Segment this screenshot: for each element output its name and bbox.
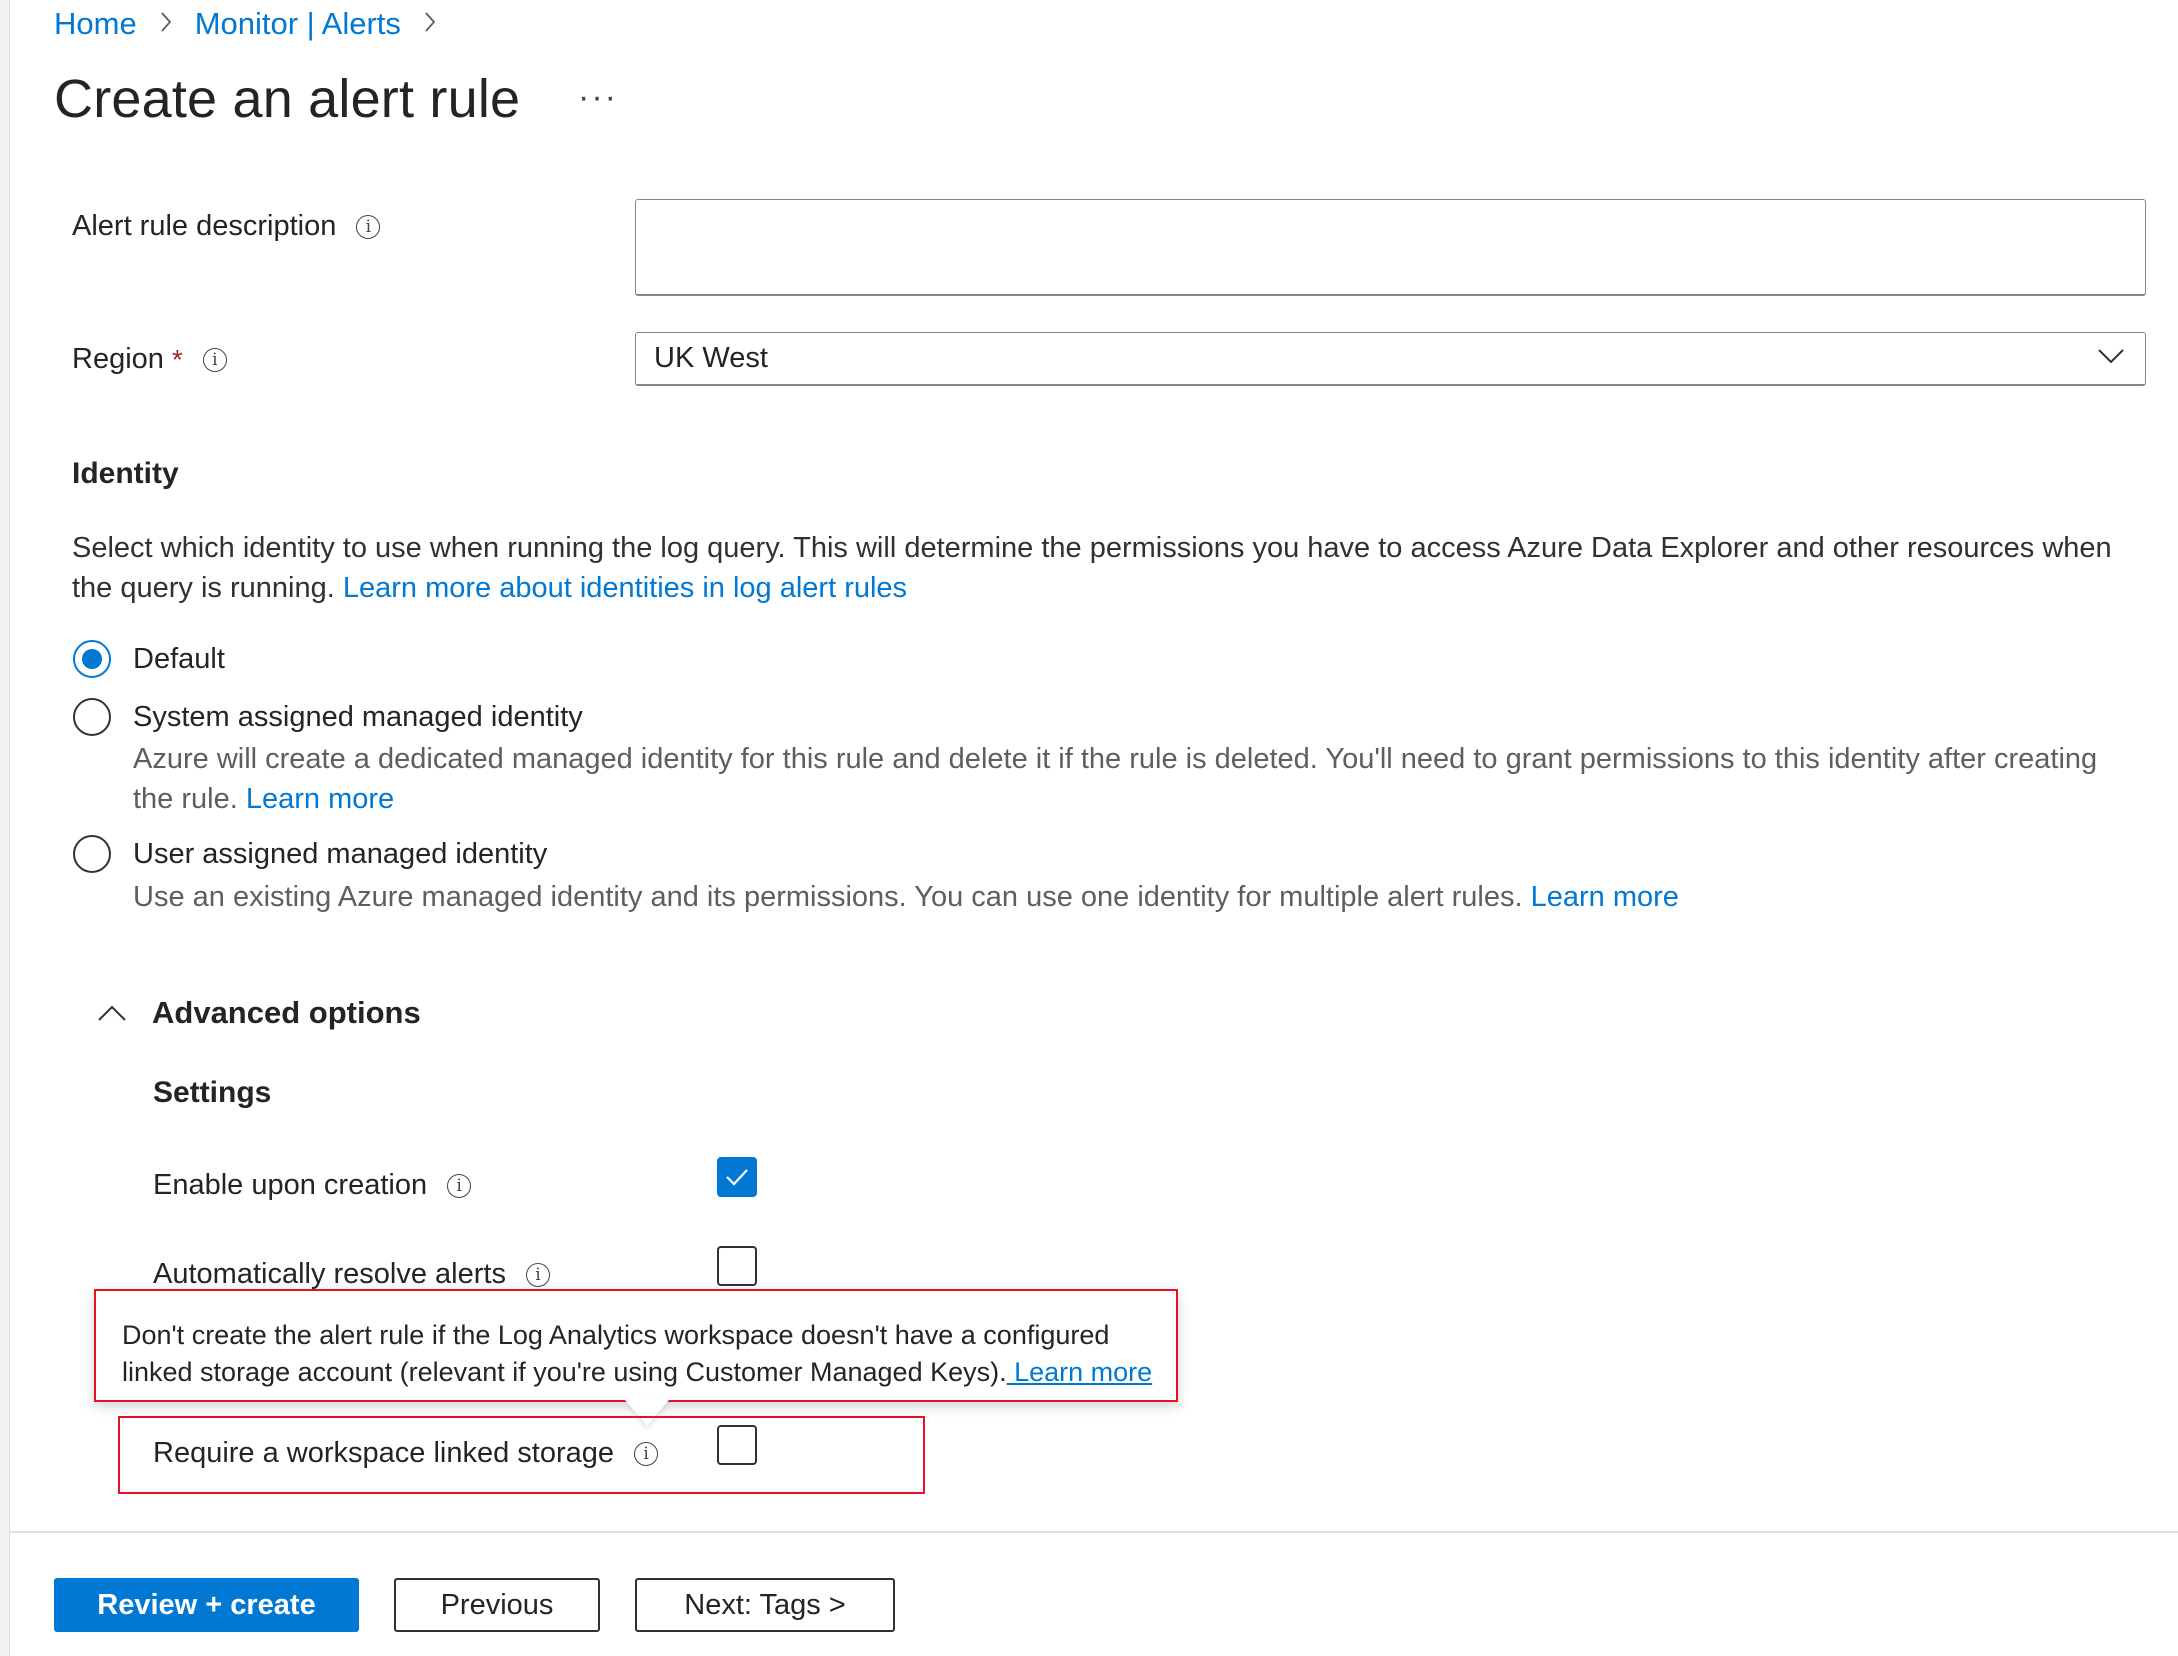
chevron-down-icon	[2098, 349, 2124, 364]
advanced-options-label: Advanced options	[152, 995, 421, 1030]
region-select[interactable]: UK West	[635, 332, 2146, 386]
region-label: Region	[72, 343, 164, 375]
review-create-button[interactable]: Review + create	[54, 1578, 359, 1632]
user-assigned-description-text: Use an existing Azure managed identity a…	[133, 881, 1523, 913]
breadcrumb-home[interactable]: Home	[54, 6, 137, 42]
alert-rule-description-input[interactable]	[635, 199, 2146, 296]
require-linked-storage-row: Require a workspace linked storage i	[153, 1437, 659, 1470]
radio-system-assigned[interactable]	[73, 698, 111, 736]
breadcrumb-monitor-alerts[interactable]: Monitor | Alerts	[195, 6, 401, 42]
identity-learn-more-link[interactable]: Learn more about identities in log alert…	[343, 572, 907, 604]
region-selected-value: UK West	[654, 342, 768, 374]
identity-description: Select which identity to use when runnin…	[72, 528, 2152, 608]
enable-upon-creation-checkbox[interactable]	[717, 1157, 757, 1197]
region-label-row: Region * i	[72, 343, 227, 376]
info-icon[interactable]: i	[202, 347, 227, 372]
left-edge	[0, 0, 10, 1656]
info-icon[interactable]: i	[634, 1441, 659, 1466]
auto-resolve-label: Automatically resolve alerts	[153, 1258, 506, 1290]
system-assigned-description: Azure will create a dedicated managed id…	[133, 739, 2143, 819]
tooltip-learn-more-link[interactable]: Learn more	[1007, 1357, 1152, 1387]
identity-heading: Identity	[72, 457, 179, 490]
footer-divider	[10, 1531, 2178, 1533]
radio-user-assigned-label[interactable]: User assigned managed identity	[133, 838, 547, 871]
checkmark-icon	[726, 1169, 748, 1186]
previous-button[interactable]: Previous	[394, 1578, 600, 1632]
auto-resolve-row: Automatically resolve alerts i	[153, 1258, 550, 1291]
more-actions-button[interactable]: ···	[578, 78, 618, 117]
description-label-row: Alert rule description i	[72, 210, 381, 243]
auto-resolve-checkbox[interactable]	[717, 1246, 757, 1286]
radio-default[interactable]	[73, 640, 111, 678]
radio-system-assigned-label[interactable]: System assigned managed identity	[133, 701, 583, 734]
chevron-right-icon	[423, 8, 437, 40]
radio-user-assigned[interactable]	[73, 835, 111, 873]
info-icon[interactable]: i	[525, 1262, 550, 1287]
require-linked-storage-label: Require a workspace linked storage	[153, 1437, 615, 1469]
user-assigned-learn-more-link[interactable]: Learn more	[1531, 881, 1679, 913]
tooltip-text: Don't create the alert rule if the Log A…	[122, 1320, 1110, 1387]
require-linked-storage-checkbox[interactable]	[717, 1425, 757, 1465]
radio-default-label[interactable]: Default	[133, 643, 225, 676]
enable-upon-creation-label: Enable upon creation	[153, 1169, 428, 1201]
description-label: Alert rule description	[72, 210, 337, 242]
system-assigned-learn-more-link[interactable]: Learn more	[246, 783, 394, 815]
chevron-up-icon	[98, 1005, 126, 1021]
info-tooltip: Don't create the alert rule if the Log A…	[94, 1289, 1178, 1402]
advanced-options-toggle[interactable]: Advanced options	[97, 995, 421, 1031]
breadcrumb: Home Monitor | Alerts	[54, 6, 459, 42]
chevron-right-icon	[159, 8, 173, 40]
settings-heading: Settings	[153, 1076, 272, 1109]
enable-upon-creation-row: Enable upon creation i	[153, 1169, 472, 1202]
system-assigned-description-text: Azure will create a dedicated managed id…	[133, 743, 2098, 815]
info-icon[interactable]: i	[447, 1173, 472, 1198]
page-title: Create an alert rule	[54, 69, 521, 129]
user-assigned-description: Use an existing Azure managed identity a…	[133, 877, 2143, 917]
required-marker: *	[171, 343, 183, 375]
next-tags-button[interactable]: Next: Tags >	[635, 1578, 895, 1632]
info-icon[interactable]: i	[356, 214, 381, 239]
